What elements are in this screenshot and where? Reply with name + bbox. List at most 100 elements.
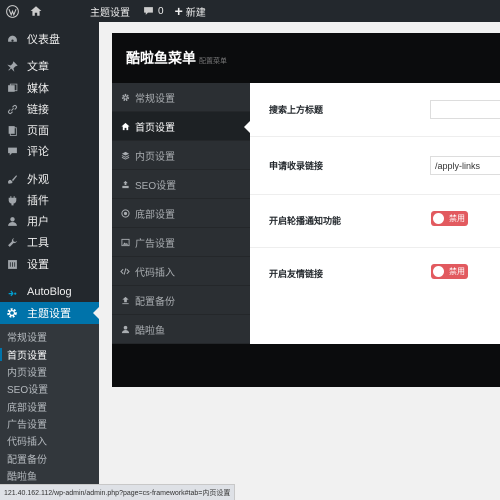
submenu-item-footer[interactable]: 底部设置 — [0, 398, 99, 415]
sidebar-item-label: AutoBlog — [27, 286, 72, 298]
plugin-icon — [6, 194, 18, 206]
new-label: 新建 — [185, 7, 206, 19]
sidebar-item-appearance[interactable]: 外观 — [0, 168, 99, 190]
nav-item-seo[interactable]: SEO设置 — [112, 170, 250, 199]
field-label: 搜索上方标题 — [269, 105, 324, 115]
nav-item-label: 酷啦鱼 — [135, 325, 165, 337]
nav-item-ads[interactable]: 广告设置 — [112, 228, 250, 257]
panel-subtitle: 配置菜单 — [199, 57, 227, 65]
field-label: 开启友情链接 — [269, 269, 324, 279]
gear-icon — [6, 307, 18, 319]
wrench-icon — [6, 236, 18, 248]
submenu-item-ads[interactable]: 广告设置 — [0, 415, 99, 432]
theme-settings-submenu: 常规设置 首页设置 内页设置 SEO设置 底部设置 广告设置 代码插入 配置备份… — [0, 324, 99, 500]
sidebar-item-label: 链接 — [27, 104, 49, 116]
sidebar-item-theme-settings[interactable]: 主题设置 — [0, 302, 99, 324]
nav-item-backup[interactable]: 配置备份 — [112, 286, 250, 315]
sidebar-item-label: 媒体 — [27, 83, 49, 95]
submenu-item-general[interactable]: 常规设置 — [0, 328, 99, 345]
site-name-link[interactable]: 主题设置 — [48, 0, 135, 22]
new-content-link[interactable]: + 新建 — [169, 0, 211, 22]
sidebar-item-comments[interactable]: 评论 — [0, 140, 99, 162]
user-icon — [120, 324, 130, 334]
home-icon[interactable] — [24, 0, 48, 22]
sidebar-item-label: 仪表盘 — [27, 34, 60, 46]
sidebar-item-posts[interactable]: 文章 — [0, 55, 99, 77]
carousel-toggle[interactable]: 禁用 — [431, 211, 468, 226]
nav-item-general[interactable]: 常规设置 — [112, 83, 250, 112]
nav-item-kulayu[interactable]: 酷啦鱼 — [112, 315, 250, 344]
home-icon — [120, 121, 130, 131]
comments-count: 0 — [158, 5, 164, 17]
code-icon — [120, 266, 130, 276]
sidebar-item-label: 插件 — [27, 195, 49, 207]
submenu-item-seo[interactable]: SEO设置 — [0, 380, 99, 397]
sidebar-item-label: 评论 — [27, 146, 49, 158]
field-carousel: 开启轮播通知功能 禁用 — [250, 195, 500, 248]
sidebar-item-plugins[interactable]: 插件 — [0, 189, 99, 211]
dot-circle-icon — [120, 208, 130, 218]
nav-item-label: 代码插入 — [135, 267, 175, 279]
settings-content: 搜索上方标题 申请收录链接 开启轮播通知功能 禁用 开启友情链接 禁用 — [250, 83, 500, 344]
field-label: 开启轮播通知功能 — [269, 216, 342, 226]
toggle-label: 禁用 — [449, 214, 465, 223]
gear-icon — [120, 92, 130, 102]
comments-link[interactable]: 0 — [135, 0, 169, 22]
nav-item-code[interactable]: 代码插入 — [112, 257, 250, 286]
layers-icon — [120, 150, 130, 160]
search-title-input[interactable] — [430, 100, 500, 119]
sidebar-item-settings[interactable]: 设置 — [0, 253, 99, 275]
sidebar-item-label: 文章 — [27, 61, 49, 73]
friend-links-toggle[interactable]: 禁用 — [431, 264, 468, 279]
backup-icon — [120, 295, 130, 305]
sidebar-item-autoblog[interactable]: AutoBlog — [0, 281, 99, 303]
page-icon — [6, 124, 18, 136]
wordpress-logo-icon[interactable] — [0, 0, 24, 22]
nav-item-label: 底部设置 — [135, 209, 175, 221]
settings-icon — [6, 258, 18, 270]
nav-item-label: 内页设置 — [135, 151, 175, 163]
plus-icon: + — [174, 3, 183, 19]
pin-icon — [6, 60, 18, 72]
sidebar-item-dashboard[interactable]: 仪表盘 — [0, 28, 99, 50]
nav-item-label: 配置备份 — [135, 296, 175, 308]
panel-footer — [112, 344, 500, 387]
sidebar-item-users[interactable]: 用户 — [0, 210, 99, 232]
toggle-knob — [433, 213, 444, 224]
submenu-item-home[interactable]: 首页设置 — [0, 346, 99, 363]
field-friend-links: 开启友情链接 禁用 — [250, 248, 500, 303]
apply-link-input[interactable] — [430, 156, 500, 175]
submenu-item-inner[interactable]: 内页设置 — [0, 363, 99, 380]
nav-item-label: 广告设置 — [135, 238, 175, 250]
dashboard-icon — [6, 33, 18, 45]
sidebar-item-media[interactable]: 媒体 — [0, 77, 99, 99]
sidebar-item-label: 主题设置 — [27, 308, 71, 320]
nav-item-label: SEO设置 — [135, 180, 177, 192]
comment-icon — [143, 6, 154, 16]
sidebar-item-links[interactable]: 链接 — [0, 98, 99, 120]
seo-icon — [120, 179, 130, 189]
user-icon — [6, 215, 18, 227]
panel-header: 酷啦鱼菜单 配置菜单 — [112, 33, 500, 83]
nav-item-home[interactable]: 首页设置 — [112, 112, 250, 141]
nav-item-footer[interactable]: 底部设置 — [112, 199, 250, 228]
sidebar-item-label: 外观 — [27, 174, 49, 186]
submenu-item-kulayu[interactable]: 酷啦鱼 — [0, 467, 99, 484]
sidebar-item-label: 设置 — [27, 259, 49, 271]
sidebar-item-pages[interactable]: 页面 — [0, 119, 99, 141]
toggle-knob — [433, 266, 444, 277]
link-icon — [6, 103, 18, 115]
submenu-item-backup[interactable]: 配置备份 — [0, 450, 99, 467]
framework-panel: 酷啦鱼菜单 配置菜单 常规设置 首页设置 内页设置 SEO设置 底部设置 广告设… — [112, 33, 500, 387]
sidebar-item-label: 工具 — [27, 237, 49, 249]
submenu-item-code[interactable]: 代码插入 — [0, 432, 99, 449]
image-icon — [120, 237, 130, 247]
field-label: 申请收录链接 — [269, 161, 324, 171]
sidebar-item-tools[interactable]: 工具 — [0, 231, 99, 253]
sidebar-item-label: 用户 — [27, 216, 49, 228]
nav-item-inner[interactable]: 内页设置 — [112, 141, 250, 170]
nav-item-label: 首页设置 — [135, 122, 175, 134]
status-url: 121.40.162.112/wp-admin/admin.php?page=c… — [4, 489, 231, 497]
autoblog-icon — [6, 286, 18, 298]
site-name-label: 主题设置 — [90, 7, 130, 19]
